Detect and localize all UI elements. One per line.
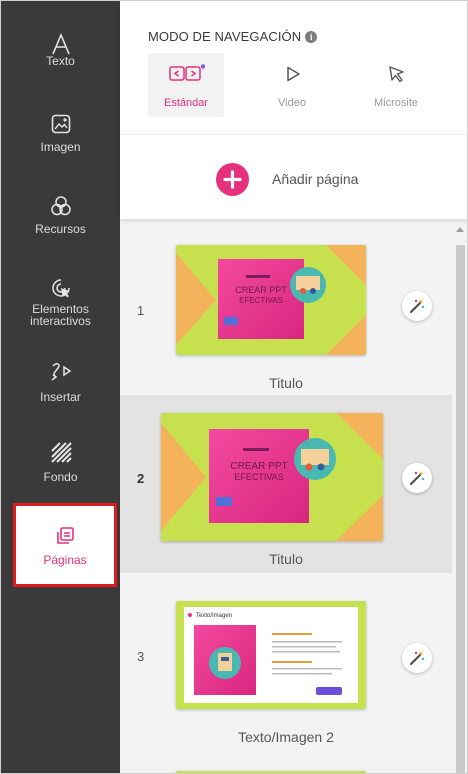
- info-icon[interactable]: i: [305, 31, 318, 43]
- page-thumbnail[interactable]: CREAR PPT EFECTIVAS: [161, 413, 383, 541]
- navigation-mode-title: MODO DE NAVEGACIÓN i: [148, 29, 318, 44]
- slide-text-line1: CREAR PPT: [230, 461, 287, 472]
- page-title: Texto/Imagen 2: [238, 729, 334, 745]
- sidebar-item-insertar[interactable]: Insertar: [1, 361, 120, 417]
- image-icon: [50, 113, 72, 135]
- page-number: 2: [137, 471, 145, 486]
- page-list: 1 CREAR PPT EFECTIVAS Titulo 2 CREAR PPT…: [120, 219, 452, 773]
- add-page-label: Añadir página: [272, 171, 359, 187]
- sidebar-item-texto[interactable]: Texto: [1, 31, 120, 87]
- navigation-mode-label: MODO DE NAVEGACIÓN: [148, 29, 302, 44]
- sidebar-item-label: Imagen: [40, 140, 81, 154]
- page-number: 1: [137, 303, 145, 318]
- sidebar-item-elementos-interactivos[interactable]: Elementos interactivos: [1, 277, 120, 341]
- sidebar-item-label: Insertar: [40, 390, 81, 404]
- sidebar-item-label: Texto: [46, 54, 75, 68]
- text-icon: [50, 32, 72, 55]
- mode-label: Estándar: [163, 97, 209, 109]
- sidebar-item-label: Fondo: [43, 470, 78, 484]
- background-icon: [50, 441, 72, 463]
- page-thumbnail[interactable]: [176, 771, 366, 773]
- page-item-4[interactable]: [120, 763, 452, 773]
- magic-wand-button[interactable]: [402, 291, 432, 321]
- page-title: Titulo: [269, 551, 303, 567]
- magic-wand-icon: [409, 650, 425, 671]
- magic-wand-icon: [409, 470, 425, 491]
- play-icon: [285, 66, 301, 82]
- page-thumbnail[interactable]: CREAR PPT EFECTIVAS: [176, 245, 366, 355]
- resources-icon: [50, 195, 72, 217]
- mode-label: Video: [278, 97, 306, 109]
- standard-mode-icon: [169, 64, 206, 82]
- tools-sidebar: Texto Imagen Recursos Elementos interact…: [1, 1, 120, 773]
- page-item-2[interactable]: 2 CREAR PPT EFECTIVAS Titulo: [120, 395, 452, 573]
- sidebar-item-label: Elementos interactivos: [30, 302, 91, 328]
- sidebar-item-recursos[interactable]: Recursos: [1, 195, 120, 251]
- slide-text-line1: CREAR PPT: [235, 285, 287, 295]
- scroll-thumb[interactable]: [456, 245, 465, 773]
- sidebar-item-label: Recursos: [35, 222, 86, 236]
- sidebar-item-fondo[interactable]: Fondo: [1, 441, 120, 497]
- sidebar-item-paginas[interactable]: Páginas: [13, 503, 117, 587]
- magic-wand-icon: [409, 298, 425, 319]
- divider: [120, 134, 467, 135]
- page-thumbnail[interactable]: Texto/Imagen: [176, 601, 366, 709]
- page-list-scrollbar[interactable]: [453, 219, 467, 773]
- magic-wand-button[interactable]: [402, 463, 432, 493]
- cursor-icon: [388, 65, 406, 83]
- interactive-elements-icon: [50, 277, 72, 299]
- app-window: Texto Imagen Recursos Elementos interact…: [0, 0, 468, 774]
- magic-wand-button[interactable]: [402, 643, 432, 673]
- slide-text-line2: EFECTIVAS: [234, 472, 283, 482]
- pages-icon: [55, 526, 75, 546]
- mode-label: Microsite: [373, 97, 418, 109]
- plus-icon: [216, 163, 249, 196]
- mode-microsite[interactable]: Microsite: [358, 53, 434, 117]
- sidebar-item-imagen[interactable]: Imagen: [1, 113, 120, 169]
- insert-icon: [49, 361, 73, 383]
- sidebar-item-label: Páginas: [43, 553, 87, 567]
- page-item-1[interactable]: 1 CREAR PPT EFECTIVAS Titulo: [120, 219, 452, 395]
- slide-text-line2: EFECTIVAS: [239, 296, 283, 305]
- page-number: 3: [137, 649, 145, 664]
- mode-video[interactable]: Video: [254, 53, 330, 117]
- scroll-up-icon[interactable]: [456, 227, 464, 232]
- slide-heading: Texto/Imagen: [196, 613, 232, 619]
- pages-panel: MODO DE NAVEGACIÓN i Estándar Video Micro…: [120, 1, 467, 773]
- page-item-3[interactable]: 3 Texto/Imagen Texto/Imagen 2: [120, 573, 452, 763]
- navigation-mode-box: MODO DE NAVEGACIÓN i Estándar Video Micro…: [120, 1, 467, 219]
- mode-estandar[interactable]: Estándar: [148, 53, 224, 117]
- page-title: Titulo: [269, 375, 303, 391]
